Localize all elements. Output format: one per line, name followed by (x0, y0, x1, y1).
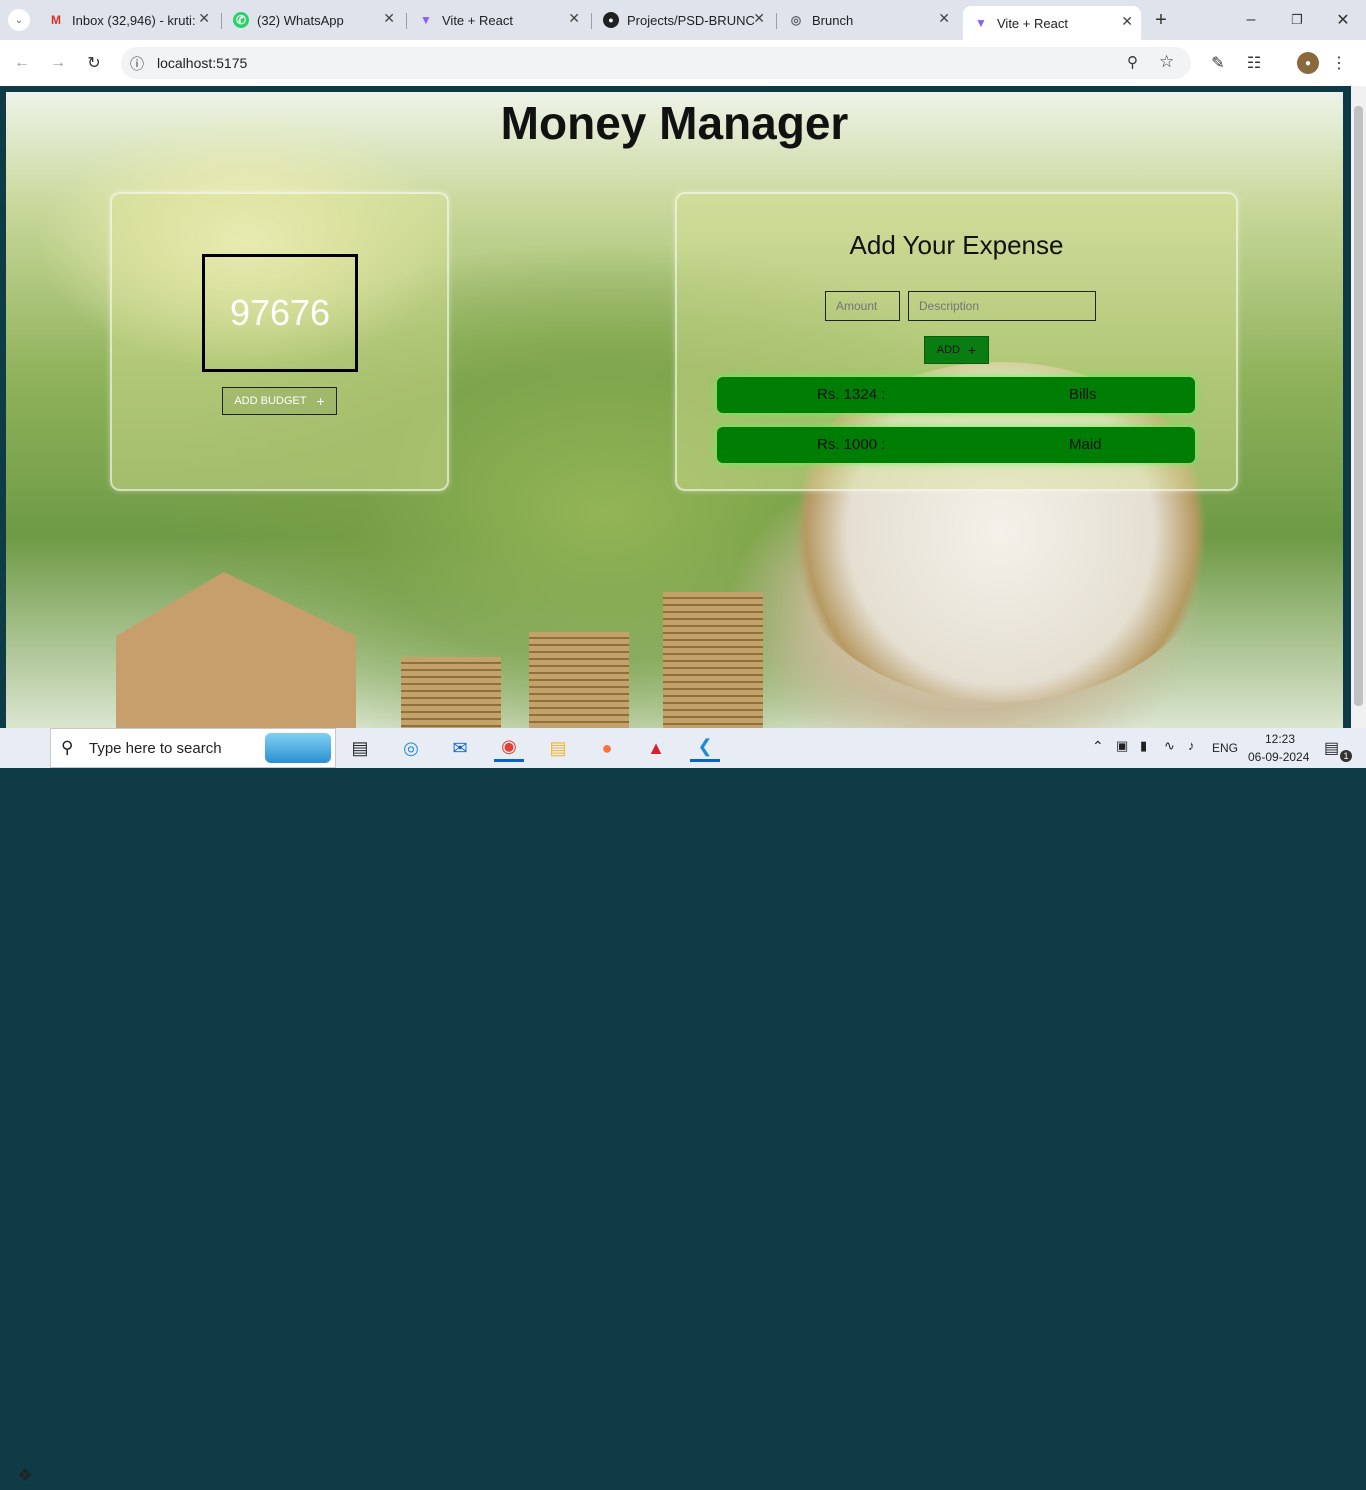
expense-item: Rs. 1324 : Bills (717, 377, 1195, 413)
coin-stack-image (401, 657, 501, 728)
plus-icon: + (316, 393, 325, 409)
notification-count: 1 (1340, 750, 1352, 762)
tab-label: Projects/PSD-BRUNC (627, 12, 755, 28)
meet-icon[interactable]: ▣ (1116, 738, 1128, 754)
close-window-icon[interactable]: ✕ (1332, 9, 1354, 31)
budget-card: 97676 ADD BUDGET + (110, 192, 449, 491)
tab-vite-react-active[interactable]: ▼ Vite + React ✕ (963, 6, 1141, 40)
bookmark-star-icon[interactable]: ☆ (1159, 52, 1174, 72)
forward-icon[interactable]: → (47, 52, 69, 74)
menu-icon[interactable]: ⋮ (1328, 52, 1350, 74)
description-input[interactable] (908, 291, 1096, 321)
add-budget-button[interactable]: ADD BUDGET + (222, 387, 337, 415)
close-icon[interactable]: ✕ (938, 10, 950, 27)
tab-brunch[interactable]: ◎ Brunch ✕ (778, 6, 958, 34)
vite-icon: ▼ (975, 16, 987, 30)
tab-label: Brunch (812, 12, 854, 28)
back-icon[interactable]: ← (11, 52, 33, 74)
url-text: localhost:5175 (157, 55, 248, 71)
notification-icon[interactable]: ▤ (1324, 738, 1339, 758)
mail-icon[interactable]: ✉ (445, 734, 475, 762)
volume-icon[interactable]: ♪ (1188, 738, 1195, 753)
coin-stack-image (663, 592, 763, 728)
plus-icon: + (968, 342, 977, 358)
language-indicator[interactable]: ENG (1212, 741, 1238, 755)
profile-avatar[interactable]: ● (1297, 52, 1319, 74)
edge-icon[interactable]: ◎ (396, 734, 426, 762)
gmail-icon: M (51, 13, 61, 27)
whatsapp-icon: ✆ (233, 12, 249, 28)
close-icon[interactable]: ✕ (568, 10, 580, 27)
tab-github[interactable]: ● Projects/PSD-BRUNC ✕ (593, 6, 773, 34)
tab-separator (406, 13, 407, 29)
restore-icon[interactable]: ❐ (1286, 9, 1308, 31)
tab-vite-react[interactable]: ▼ Vite + React ✕ (408, 6, 588, 34)
clock-date[interactable]: 06-09-2024 (1248, 750, 1309, 764)
browser-tab-strip: ⌄ M Inbox (32,946) - kruti: ✕ ✆ (32) Wha… (0, 0, 1366, 40)
search-icon: ⚲ (61, 738, 74, 757)
task-view-icon[interactable]: ▤ (345, 734, 375, 762)
add-expense-button[interactable]: ADD + (924, 336, 989, 364)
chrome-icon[interactable]: ◉ (494, 734, 524, 762)
vscode-icon[interactable]: ❮ (690, 734, 720, 762)
file-explorer-icon[interactable]: ▤ (543, 734, 573, 762)
wifi-icon[interactable]: ∿ (1164, 738, 1175, 754)
amount-input[interactable] (825, 291, 900, 321)
scrollbar-thumb[interactable] (1354, 106, 1363, 706)
add-expense-label: ADD (936, 344, 961, 356)
close-icon[interactable]: ✕ (383, 10, 395, 27)
reload-icon[interactable]: ↻ (83, 52, 105, 74)
taskbar-search[interactable]: ⚲ Type here to search (50, 728, 336, 768)
tab-label: Vite + React (997, 15, 1068, 31)
tab-label: (32) WhatsApp (257, 12, 344, 28)
house-image (116, 572, 356, 728)
tab-label: Vite + React (442, 12, 513, 28)
close-icon[interactable]: ✕ (1121, 13, 1133, 30)
site-info-icon[interactable]: ⓘ (130, 54, 144, 74)
search-highlight-image (265, 733, 331, 763)
expense-card: Add Your Expense ADD + Rs. 1324 : Bills … (675, 192, 1238, 491)
battery-icon[interactable]: ▮ (1140, 738, 1147, 754)
page-viewport: Money Manager 97676 ADD BUDGET + Add You… (6, 92, 1343, 728)
clock-time[interactable]: 12:23 (1265, 732, 1295, 746)
close-icon[interactable]: ✕ (198, 10, 210, 27)
eyedropper-icon[interactable]: ✎ (1207, 52, 1229, 74)
coin-stack-image (529, 632, 629, 728)
minimize-icon[interactable]: – (1240, 9, 1262, 31)
page-scrollbar[interactable] (1351, 86, 1366, 728)
expense-title: Add Your Expense (849, 230, 1064, 260)
firefox-icon[interactable]: ● (592, 734, 622, 762)
vite-icon: ▼ (420, 13, 432, 27)
acrobat-icon[interactable]: ▲ (641, 734, 671, 762)
search-placeholder: Type here to search (89, 739, 222, 757)
windows-start-icon[interactable]: ❖ (10, 1462, 40, 1490)
tab-separator (221, 13, 222, 29)
expense-item: Rs. 1000 : Maid (717, 427, 1195, 463)
github-icon: ● (603, 12, 619, 28)
zoom-icon[interactable]: ⚲ (1127, 53, 1138, 71)
show-hidden-icons-icon[interactable]: ⌃ (1092, 738, 1104, 755)
extensions-icon[interactable]: ☷ (1243, 52, 1265, 74)
expense-description: Bills (1069, 386, 1097, 403)
tab-whatsapp[interactable]: ✆ (32) WhatsApp ✕ (223, 6, 403, 34)
address-bar[interactable]: ⓘ localhost:5175 ⚲ ☆ (121, 47, 1191, 79)
page-title: Money Manager (500, 97, 849, 149)
budget-amount: 97676 (202, 254, 358, 372)
tab-separator (776, 13, 777, 29)
close-icon[interactable]: ✕ (753, 10, 765, 27)
tab-label: Inbox (32,946) - kruti: (72, 12, 196, 28)
expense-amount: Rs. 1000 : (817, 436, 886, 453)
tab-search-icon[interactable]: ⌄ (8, 9, 30, 31)
globe-icon: ◎ (790, 13, 802, 27)
expense-description: Maid (1069, 436, 1102, 453)
tab-separator (591, 13, 592, 29)
new-tab-icon[interactable]: + (1150, 9, 1172, 31)
add-budget-label: ADD BUDGET (234, 395, 307, 407)
tab-gmail[interactable]: M Inbox (32,946) - kruti: ✕ (38, 6, 218, 34)
expense-amount: Rs. 1324 : (817, 386, 886, 403)
